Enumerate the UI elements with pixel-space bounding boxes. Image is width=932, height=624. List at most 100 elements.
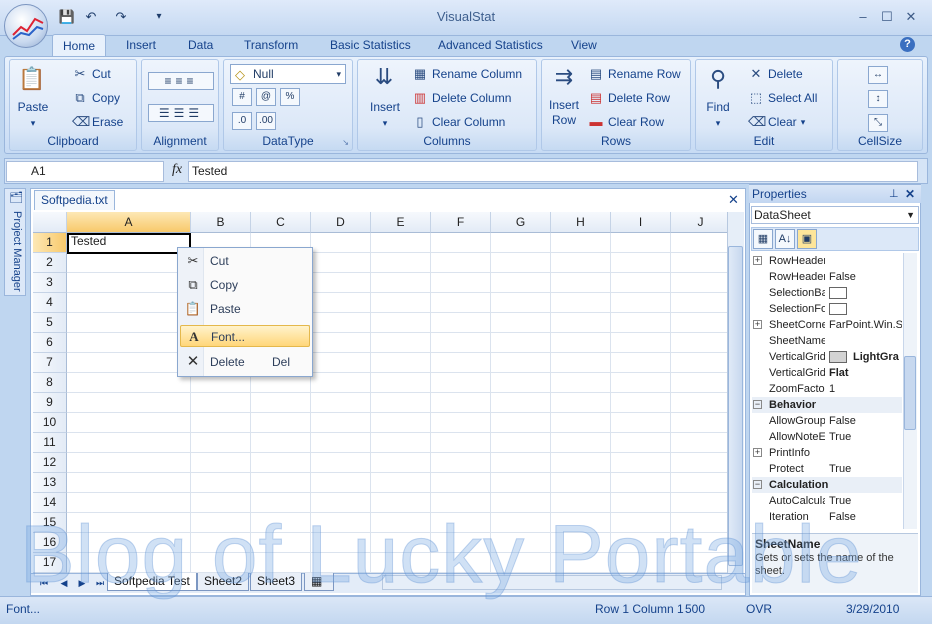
property-row[interactable]: + PrintInfo [752, 445, 902, 461]
column-header[interactable]: I [611, 212, 671, 233]
column-header[interactable]: B [191, 212, 251, 233]
column-header[interactable]: H [551, 212, 611, 233]
insert-column-button[interactable]: Insert [364, 100, 406, 115]
horizontal-align-buttons[interactable]: ☰☰☰ [148, 104, 214, 122]
find-button[interactable]: Find [700, 100, 736, 115]
dialog-launcher-icon[interactable]: ↘ [342, 138, 349, 147]
property-value[interactable]: Flat [829, 365, 902, 381]
column-header[interactable]: E [371, 212, 431, 233]
row-header[interactable]: 10 [33, 413, 67, 433]
property-row[interactable]: SheetName [752, 333, 902, 349]
help-icon[interactable]: ? [900, 37, 915, 52]
select-all-button[interactable]: ⬚ Select All [748, 90, 818, 106]
property-row[interactable]: AutoCalcula True [752, 493, 902, 509]
property-value[interactable]: False [829, 413, 902, 429]
property-value[interactable]: True [829, 429, 902, 445]
property-value[interactable]: True [829, 461, 902, 477]
row-header[interactable]: 2 [33, 253, 67, 273]
minimize-button[interactable]: – [852, 8, 874, 26]
row-header[interactable]: 9 [33, 393, 67, 413]
alphabetical-icon[interactable]: A↓ [775, 229, 795, 249]
property-value[interactable]: FarPoint.Win.Sp [829, 317, 902, 333]
context-menu-copy[interactable]: ⧉ Copy [180, 274, 310, 296]
row-header[interactable]: 12 [33, 453, 67, 473]
object-selector[interactable]: DataSheet ▼ [751, 206, 919, 224]
row-header[interactable]: 8 [33, 373, 67, 393]
tab-basic-statistics[interactable]: Basic Statistics [330, 34, 411, 56]
project-manager-tab[interactable]: 🗂 Project Manager [4, 188, 26, 296]
property-value[interactable] [829, 301, 902, 317]
tab-advanced-statistics[interactable]: Advanced Statistics [438, 34, 543, 56]
tab-insert[interactable]: Insert [126, 34, 156, 56]
property-row[interactable]: RowHeader False [752, 269, 902, 285]
clear-column-button[interactable]: ▯ Clear Column [412, 114, 505, 130]
clear-button[interactable]: ⌫ Clear ▾ [748, 114, 805, 130]
expand-icon[interactable]: + [753, 320, 762, 329]
select-all-corner[interactable] [33, 212, 67, 233]
property-row[interactable]: SelectionBa [752, 285, 902, 301]
increase-decimal-button[interactable]: .0 [232, 112, 252, 130]
close-document-icon[interactable]: ✕ [728, 192, 739, 208]
property-grid[interactable]: + RowHeader RowHeader False SelectionBa Selec… [752, 253, 902, 529]
property-row[interactable]: SelectionFo [752, 301, 902, 317]
format-text-button[interactable]: @ [256, 88, 276, 106]
collapse-icon[interactable]: − [753, 400, 762, 409]
property-row[interactable]: + SheetCorne FarPoint.Win.Sp [752, 317, 902, 333]
row-header[interactable]: 4 [33, 293, 67, 313]
context-menu-delete[interactable]: ✕ Delete Del [180, 351, 310, 373]
row-header[interactable]: 5 [33, 313, 67, 333]
expand-icon[interactable]: + [753, 448, 762, 457]
property-pages-icon[interactable]: ▣ [797, 229, 817, 249]
context-menu-cut[interactable]: ✂ Cut [180, 250, 310, 272]
tab-view[interactable]: View [571, 34, 597, 56]
property-row[interactable]: VerticalGrid Flat [752, 365, 902, 381]
property-row[interactable]: − Calculation [752, 477, 902, 493]
collapse-icon[interactable]: − [753, 480, 762, 489]
context-menu-paste[interactable]: 📋 Paste [180, 298, 310, 320]
find-dropdown-icon[interactable]: ▾ [700, 116, 736, 131]
row-header[interactable]: 11 [33, 433, 67, 453]
property-row[interactable]: VerticalGrid LightGra [752, 349, 902, 365]
property-value[interactable]: LightGra [829, 349, 902, 365]
close-button[interactable]: ✕ [900, 8, 922, 26]
property-value[interactable]: 1 [829, 381, 902, 397]
auto-fit-height-icon[interactable]: ↕ [868, 90, 888, 108]
column-header[interactable]: D [311, 212, 371, 233]
close-icon[interactable]: ✕ [905, 185, 915, 203]
format-percent-button[interactable]: % [280, 88, 300, 106]
app-menu-orb[interactable] [4, 4, 48, 48]
paste-button[interactable]: Paste [16, 100, 50, 115]
expand-icon[interactable]: + [753, 256, 762, 265]
column-header[interactable]: C [251, 212, 311, 233]
property-row[interactable]: AllowGroup False [752, 413, 902, 429]
vertical-align-buttons[interactable]: ≡≡≡ [148, 72, 214, 90]
row-header[interactable]: 1 [33, 233, 67, 253]
row-header[interactable]: 13 [33, 473, 67, 493]
rename-column-button[interactable]: ▦ Rename Column [412, 66, 522, 82]
property-row[interactable]: AllowNoteE True [752, 429, 902, 445]
row-header[interactable]: 6 [33, 333, 67, 353]
context-menu-font[interactable]: A Font... [180, 325, 310, 347]
format-number-button[interactable]: # [232, 88, 252, 106]
delete-column-button[interactable]: ▥ Delete Column [412, 90, 512, 106]
property-value[interactable]: False [829, 269, 902, 285]
paste-dropdown-icon[interactable]: ▾ [16, 116, 50, 131]
column-header[interactable]: J [671, 212, 727, 233]
property-scroll-thumb[interactable] [904, 356, 916, 430]
document-tab[interactable]: Softpedia.txt [34, 190, 115, 210]
delete-button[interactable]: ✕ Delete [748, 66, 803, 82]
copy-button[interactable]: ⧉ Copy [72, 90, 120, 106]
tab-data[interactable]: Data [188, 34, 213, 56]
insert-row-button[interactable]: Insert Row [544, 98, 584, 128]
column-header[interactable]: A [67, 212, 191, 233]
property-row[interactable]: + RowHeader [752, 253, 902, 269]
maximize-button[interactable]: ☐ [876, 8, 898, 26]
row-header[interactable]: 3 [33, 273, 67, 293]
column-header[interactable]: F [431, 212, 491, 233]
property-value[interactable]: True [829, 493, 902, 509]
insert-column-dropdown-icon[interactable]: ▾ [364, 116, 406, 131]
column-header[interactable]: G [491, 212, 551, 233]
property-row[interactable]: − Behavior [752, 397, 902, 413]
rename-row-button[interactable]: ▤ Rename Row [588, 66, 681, 82]
property-row[interactable]: Protect True [752, 461, 902, 477]
